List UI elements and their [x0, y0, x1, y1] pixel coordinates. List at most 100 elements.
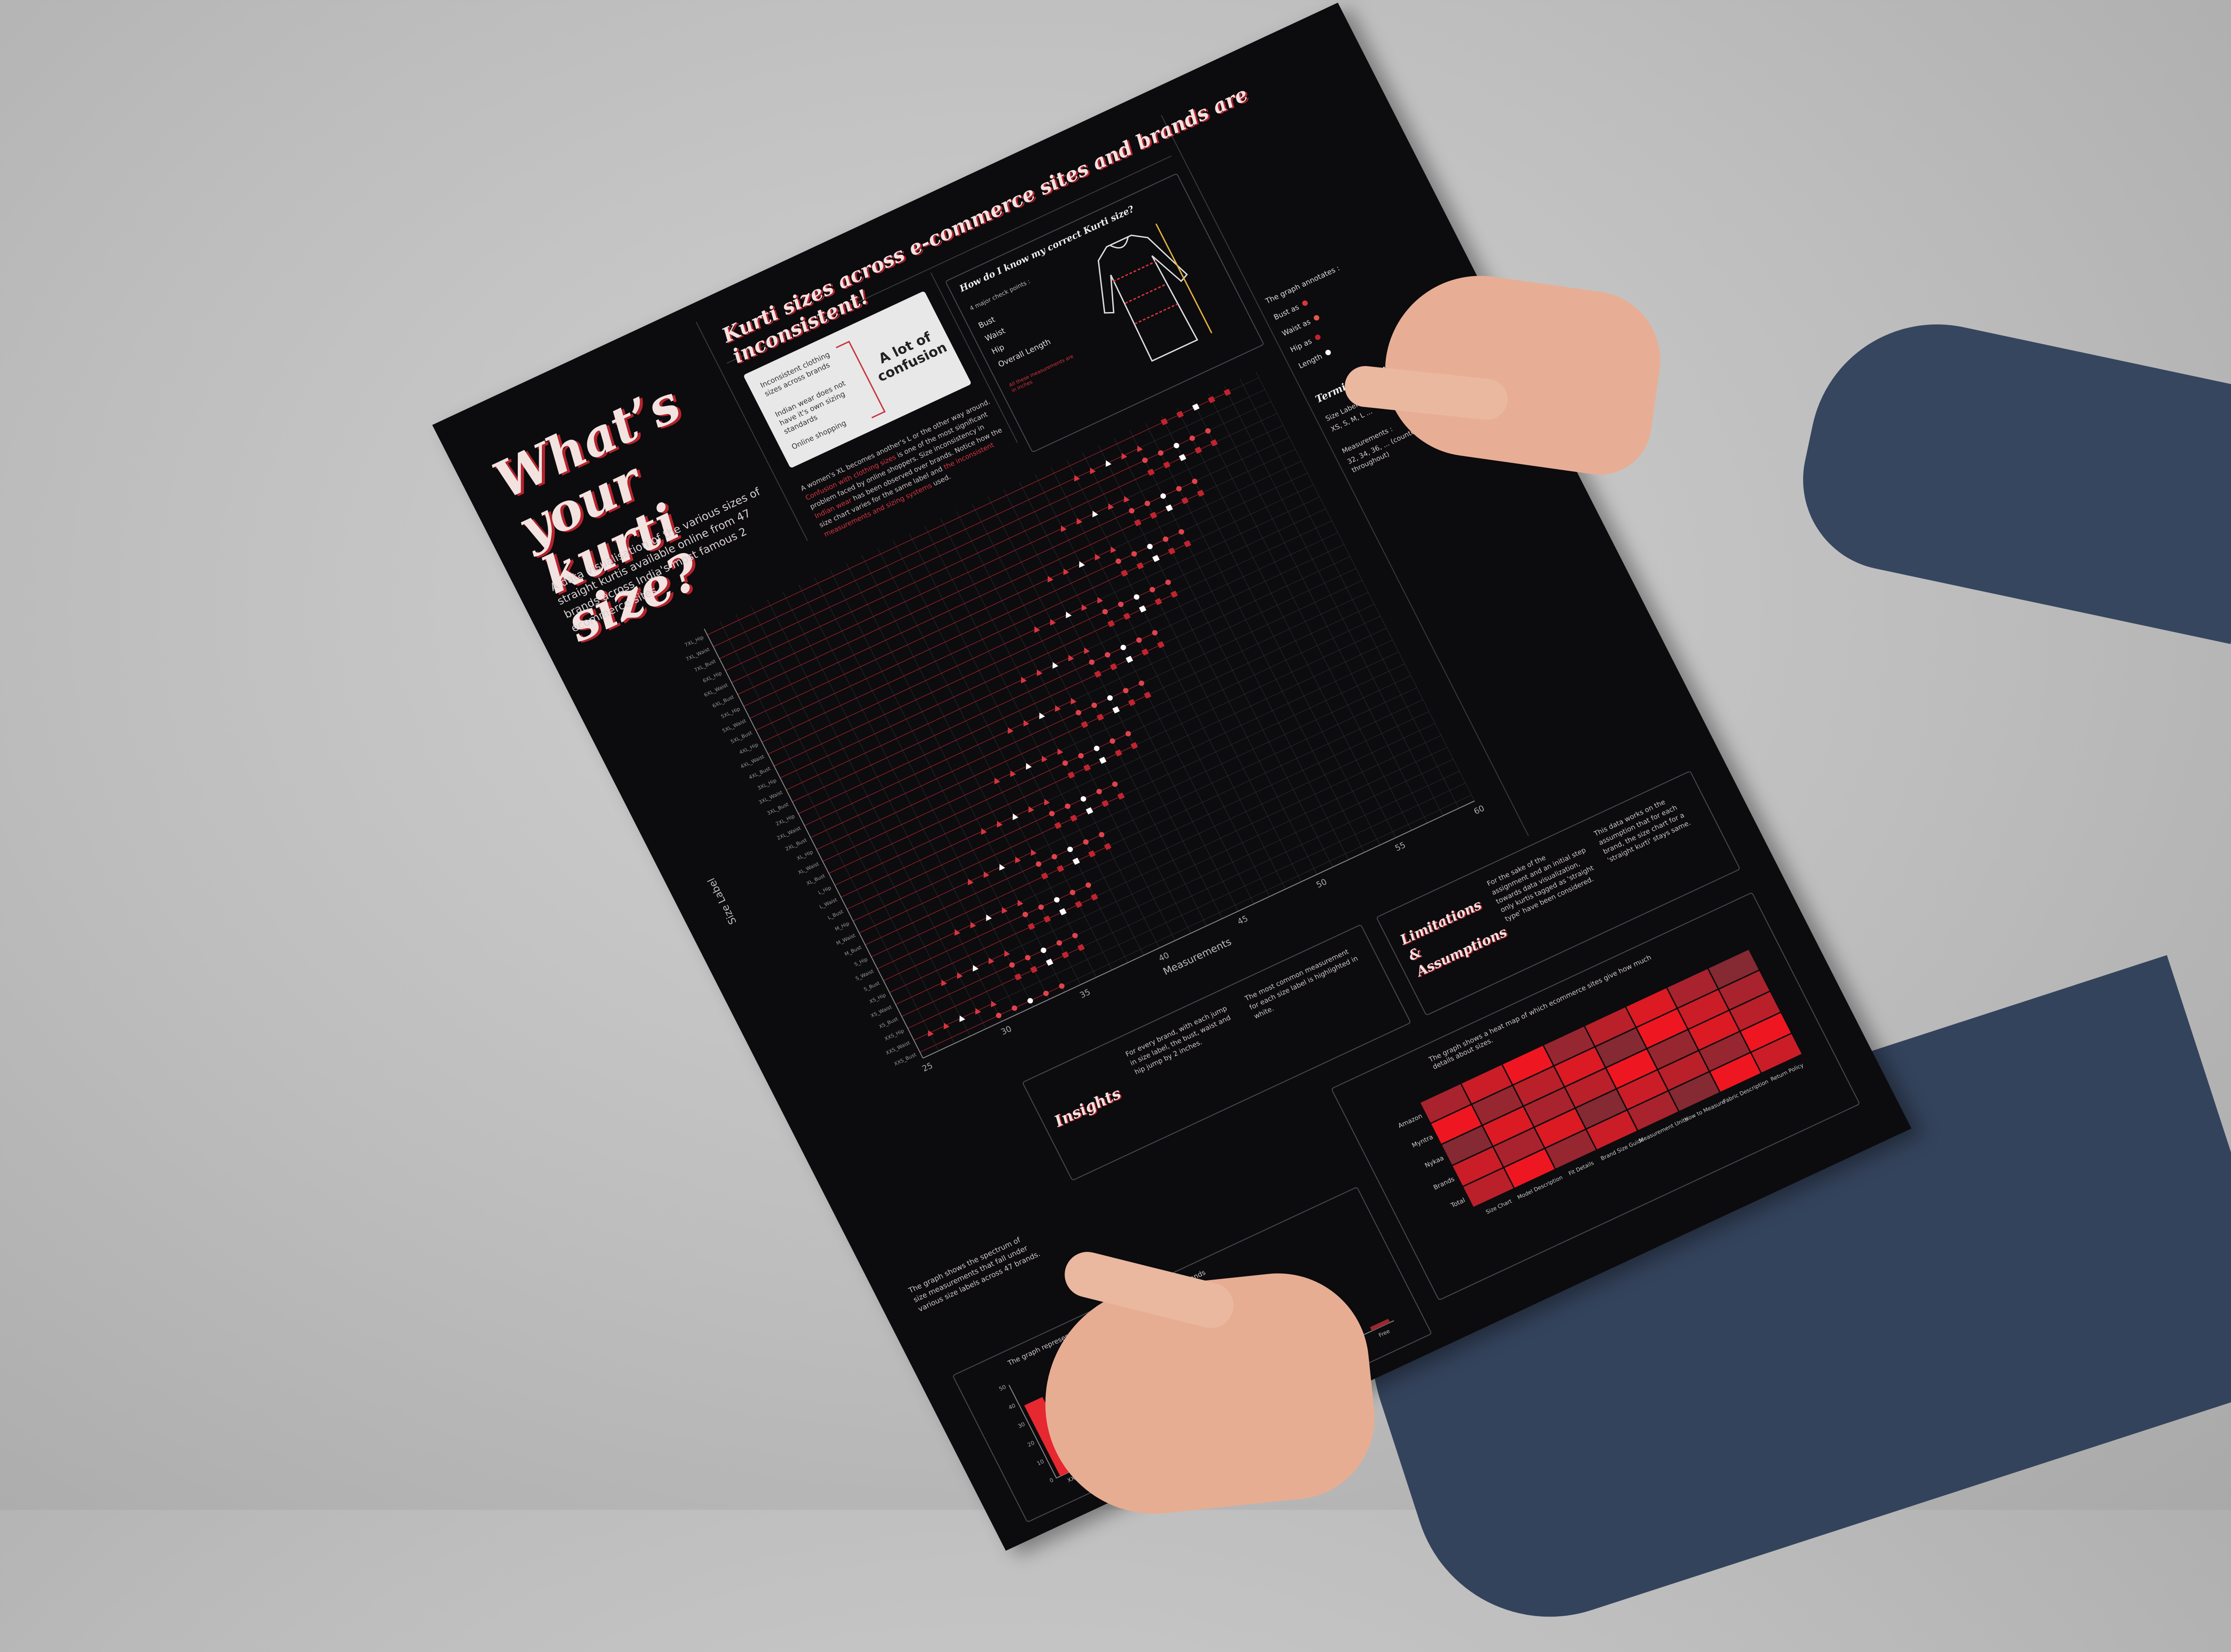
waist-mark: [1031, 849, 1037, 856]
range-line: [768, 599, 1099, 754]
hip-mark: [1144, 691, 1151, 699]
bust-mark: [1179, 529, 1185, 535]
waist-mark: [986, 914, 992, 921]
bust-mark: [1134, 594, 1140, 600]
hip-mark: [1163, 461, 1171, 469]
range-line: [731, 498, 1126, 683]
y-tick-label: 4XL_Bust: [748, 765, 772, 780]
y-tick-label: 40: [1007, 1402, 1016, 1411]
y-tick-label: S_Hip: [853, 956, 869, 967]
y-tick-label: XS_Waist: [870, 1004, 893, 1019]
bust-mark: [1123, 688, 1129, 694]
legend-length: Length: [1297, 347, 1333, 370]
hip-mark: [1136, 562, 1144, 570]
range-line: [786, 650, 1086, 790]
bust-mark: [1160, 493, 1166, 499]
bust-mark: [1067, 846, 1073, 852]
waist-mark: [1026, 763, 1032, 770]
hip-mark: [1165, 504, 1173, 512]
hip-mark: [1096, 714, 1104, 721]
hip-mark: [1094, 670, 1102, 678]
bust-mark: [1176, 486, 1182, 491]
range-line: [847, 784, 1116, 910]
waist-mark: [1066, 611, 1072, 619]
grid-line: [735, 614, 955, 1044]
range-line: [853, 796, 1121, 922]
grid-line: [798, 585, 1018, 1014]
bust-mark: [1120, 645, 1126, 650]
bust-mark: [1158, 450, 1164, 456]
y-tick-label: 6XL_Waist: [703, 682, 729, 698]
waist-mark: [1012, 814, 1019, 820]
range-line: [737, 481, 1195, 695]
bust-mark: [1065, 804, 1071, 809]
hip-mark: [1115, 749, 1122, 757]
hip-mark: [1099, 757, 1107, 764]
bust-mark: [1022, 912, 1028, 918]
waist-mark: [1079, 561, 1085, 568]
waist-mark: [1084, 647, 1090, 654]
waist-mark: [981, 828, 987, 835]
legend-dot-icon: [1313, 314, 1320, 322]
legend-label: Hip as: [1289, 337, 1314, 354]
y-tick-label: XL_Bust: [805, 873, 826, 886]
bust-mark: [1059, 983, 1065, 989]
y-tick-label: L_Waist: [818, 897, 838, 910]
bust-mark: [1056, 940, 1062, 946]
x-tick-label: 35: [1078, 987, 1092, 1000]
y-tick-label: S_Bust: [863, 980, 881, 993]
waist-mark: [1081, 604, 1088, 611]
y-tick-label: 5XL_Bust: [729, 729, 753, 744]
grid-line: [783, 592, 1002, 1022]
x-tick-label: 45: [1236, 914, 1249, 927]
y-tick-label: 2XL_Waist: [776, 825, 802, 841]
waist-mark: [1044, 799, 1050, 806]
confusion-label: A lot of confusion: [874, 329, 950, 385]
legend-label: Bust as: [1272, 303, 1301, 322]
bust-mark: [1192, 478, 1198, 484]
hip-mark: [1141, 648, 1149, 656]
hip-mark: [1086, 807, 1093, 814]
hip-mark: [1088, 850, 1096, 858]
bust-mark: [1043, 991, 1049, 996]
grid-line: [972, 504, 1191, 933]
hip-mark: [1067, 771, 1075, 779]
y-tick-label: S_Waist: [854, 968, 875, 982]
grid-line: [814, 577, 1034, 1007]
bust-mark: [1125, 731, 1131, 737]
y-axis-line: [704, 629, 923, 1059]
bust-mark: [1147, 544, 1153, 550]
grid-line: [987, 496, 1207, 926]
hip-mark: [1134, 519, 1142, 526]
waist-mark: [1017, 899, 1024, 907]
bust-mark: [1027, 998, 1033, 1004]
bust-mark: [1086, 882, 1091, 888]
waist-mark: [1034, 626, 1040, 633]
y-tick-label: 50: [998, 1384, 1007, 1392]
hip-mark: [1208, 396, 1215, 403]
grid-line: [1192, 401, 1412, 831]
hip-mark: [1083, 764, 1091, 771]
hip-mark: [1072, 858, 1080, 865]
y-tick-label: 3XL_Waist: [758, 789, 783, 806]
waist-mark: [941, 979, 947, 987]
bust-mark: [1112, 781, 1118, 787]
waist-mark: [997, 821, 1003, 828]
waist-mark: [1001, 907, 1008, 914]
hip-mark: [1123, 612, 1131, 620]
hip-mark: [1070, 814, 1078, 822]
heatmap-col-label: Size Chart: [1485, 1198, 1513, 1215]
hip-mark: [1117, 792, 1125, 800]
bust-mark: [1118, 601, 1124, 607]
hip-mark: [1014, 973, 1022, 981]
waist-mark: [967, 878, 974, 886]
legend-dot-icon: [1314, 333, 1322, 341]
bust-mark: [1036, 861, 1041, 867]
hip-mark: [1075, 901, 1083, 908]
waist-mark: [928, 1030, 934, 1037]
hip-mark: [1107, 620, 1115, 627]
bust-mark: [1078, 753, 1084, 759]
y-tick-label: 6XL_Hip: [702, 670, 723, 684]
bust-mark: [1076, 709, 1081, 715]
hip-mark: [1192, 403, 1200, 411]
